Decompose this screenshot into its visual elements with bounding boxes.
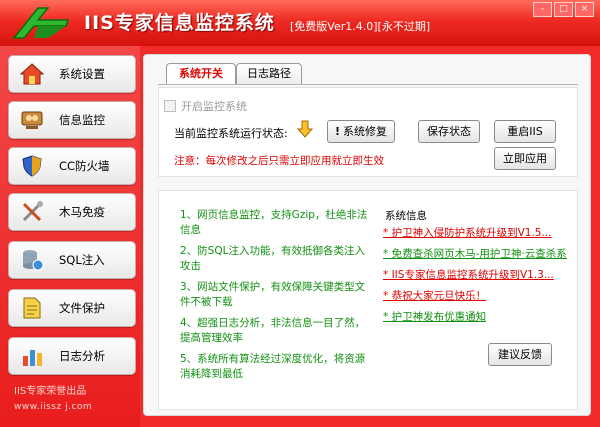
tab-divider bbox=[158, 84, 578, 85]
sidebar-item-label: 系统设置 bbox=[59, 67, 105, 81]
news-link[interactable]: * 免费查杀网页木马-用护卫神·云查杀系 bbox=[383, 247, 579, 261]
system-repair-button[interactable]: ! 系统修复 bbox=[327, 120, 395, 143]
lightning-logo-icon bbox=[12, 7, 70, 39]
house-icon bbox=[19, 61, 45, 87]
maximize-button[interactable]: □ bbox=[554, 2, 573, 17]
tip-item: 1、网页信息监控，支持Gzip，杜绝非法信息 bbox=[180, 209, 368, 236]
tip-item: 3、网站文件保护，有效保障关键类型文件不被下载 bbox=[180, 281, 366, 308]
sidebar-item-sql-injection[interactable]: SQL注入 bbox=[8, 241, 136, 279]
sidebar-item-label: 文件保护 bbox=[59, 301, 105, 315]
tip-item: 5、系统所有算法经过深度优化，将资源消耗降到最低 bbox=[180, 353, 366, 380]
enable-monitor-checkbox[interactable]: 开启监控系统 bbox=[164, 98, 247, 114]
news-link[interactable]: * 护卫神发布优惠通知 bbox=[383, 310, 579, 324]
app-title: IIS专家信息监控系统 bbox=[84, 12, 275, 34]
news-link[interactable]: * 护卫神入侵防护系统升级到V1.5... bbox=[383, 226, 579, 240]
tab-log-path[interactable]: 日志路径 bbox=[236, 63, 302, 85]
close-button[interactable]: × bbox=[575, 2, 594, 17]
tools-icon bbox=[19, 199, 45, 225]
apply-now-button[interactable]: 立即应用 bbox=[494, 147, 556, 170]
news-link[interactable]: * IIS专家信息监控系统升级到V1.3... bbox=[383, 268, 579, 282]
sidebar-item-log-analysis[interactable]: 日志分析 bbox=[8, 337, 136, 375]
sidebar-item-label: CC防火墙 bbox=[59, 159, 110, 173]
brand-text: IIS专家荣誉出品 bbox=[14, 386, 87, 397]
sidebar-item-label: 日志分析 bbox=[59, 349, 105, 363]
monitor-people-icon bbox=[19, 107, 45, 133]
sidebar-item-label: SQL注入 bbox=[59, 253, 105, 267]
app-window: IIS专家信息监控系统 [免费版Ver1.4.0][永不过期] - □ × 系统… bbox=[0, 0, 600, 427]
sidebar-item-file-protection[interactable]: 文件保护 bbox=[8, 289, 136, 327]
document-icon bbox=[19, 295, 45, 321]
shield-icon bbox=[19, 153, 45, 179]
arrow-down-icon bbox=[296, 120, 314, 138]
checkbox-square[interactable] bbox=[164, 100, 176, 112]
system-info-title: 系统信息 bbox=[385, 210, 427, 222]
feedback-button[interactable]: 建议反馈 bbox=[488, 343, 552, 366]
enable-monitor-label: 开启监控系统 bbox=[181, 100, 247, 113]
edition-label: [免费版Ver1.4.0][永不过期] bbox=[290, 20, 431, 33]
window-controls: - □ × bbox=[533, 2, 594, 17]
sidebar-item-info-monitor[interactable]: 信息监控 bbox=[8, 101, 136, 139]
tab-system-switch[interactable]: 系统开关 bbox=[166, 63, 236, 85]
exclamation-icon: ! bbox=[334, 125, 341, 138]
system-repair-label: 系统修复 bbox=[343, 125, 388, 138]
tip-item: 4、超强日志分析，非法信息一目了然，提高管理效率 bbox=[180, 317, 366, 344]
title-bar[interactable]: IIS专家信息监控系统 [免费版Ver1.4.0][永不过期] - □ × bbox=[0, 0, 600, 46]
minimize-button[interactable]: - bbox=[533, 2, 552, 17]
news-link[interactable]: * 恭祝大家元旦快乐！ bbox=[383, 289, 579, 303]
brand-url: www.iissz j.com bbox=[14, 402, 93, 412]
notice-text: 注意：每次修改之后只需立即应用就立即生效 bbox=[174, 155, 384, 167]
news-list: * 护卫神入侵防护系统升级到V1.5... * 免费查杀网页木马-用护卫神·云查… bbox=[383, 226, 579, 331]
feature-tips: 1、网页信息监控，支持Gzip，杜绝非法信息 2、防SQL注入功能，有效抵御各类… bbox=[180, 208, 370, 388]
save-status-button[interactable]: 保存状态 bbox=[418, 120, 480, 143]
restart-iis-button[interactable]: 重启IIS bbox=[494, 120, 556, 143]
content-panel: 系统开关 日志路径 开启监控系统 当前监控系统运行状态: ! 系统修复 保存状态 … bbox=[143, 54, 591, 416]
sidebar: 系统设置 信息监控 CC防火墙 木马免疫 SQL注入 文件保护 日志分析 IIS… bbox=[0, 46, 140, 427]
sidebar-item-label: 木马免疫 bbox=[59, 205, 105, 219]
status-label: 当前监控系统运行状态: bbox=[174, 127, 288, 140]
sidebar-item-cc-firewall[interactable]: CC防火墙 bbox=[8, 147, 136, 185]
tip-item: 2、防SQL注入功能，有效抵御各类注入攻击 bbox=[180, 245, 365, 272]
database-icon bbox=[19, 247, 45, 273]
chart-icon bbox=[19, 343, 45, 369]
sidebar-item-label: 信息监控 bbox=[59, 113, 105, 127]
sidebar-item-system-settings[interactable]: 系统设置 bbox=[8, 55, 136, 93]
sidebar-item-trojan-immunity[interactable]: 木马免疫 bbox=[8, 193, 136, 231]
